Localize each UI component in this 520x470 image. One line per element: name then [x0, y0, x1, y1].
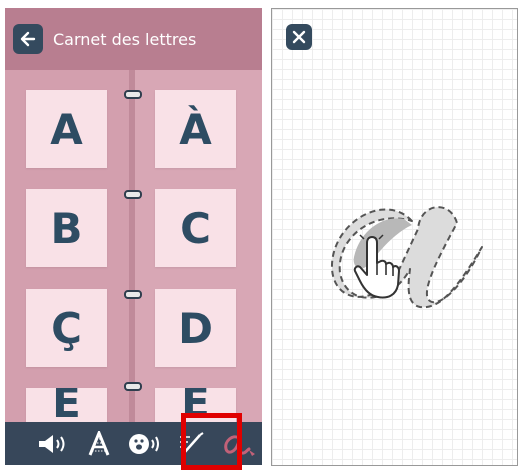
binder-ring [124, 382, 142, 391]
binder-ring [124, 290, 142, 299]
letter-label: C [180, 203, 211, 253]
letter-label: D [178, 303, 213, 353]
letter-book-panel: Carnet des lettres A À B C Ç D E É [5, 8, 262, 465]
letter-label: A [50, 104, 83, 154]
letter-label: À [179, 104, 212, 154]
letter-pattern-button[interactable] [76, 422, 123, 465]
letter-card-c-cedilla[interactable]: Ç [26, 289, 107, 367]
back-button[interactable] [13, 24, 43, 54]
letter-card-a[interactable]: A [26, 90, 107, 168]
notebook-spine [129, 70, 135, 430]
close-button[interactable] [286, 24, 312, 50]
sound-button[interactable] [29, 422, 76, 465]
letter-card-d[interactable]: D [155, 289, 236, 367]
cursive-letter-trace[interactable] [312, 169, 492, 329]
letters-pattern-icon [88, 430, 110, 456]
tracing-canvas[interactable] [271, 8, 518, 466]
arrow-left-icon [20, 31, 36, 47]
binder-ring [124, 90, 142, 99]
close-icon [292, 30, 306, 44]
letter-card-b[interactable]: B [26, 189, 107, 267]
letter-card-a-grave[interactable]: À [155, 90, 236, 168]
face-sound-icon [129, 433, 160, 454]
letter-label: Ç [51, 303, 82, 353]
speaker-icon [39, 434, 65, 453]
letter-card-c[interactable]: C [155, 189, 236, 267]
letter-label: B [50, 203, 83, 253]
selection-highlight [181, 413, 242, 470]
phonics-button[interactable] [122, 422, 169, 465]
letter-card-e[interactable]: E [26, 388, 107, 424]
binder-ring [124, 190, 142, 199]
letter-label: E [52, 388, 81, 424]
app-header: Carnet des lettres [5, 8, 262, 70]
page-title: Carnet des lettres [53, 29, 197, 49]
